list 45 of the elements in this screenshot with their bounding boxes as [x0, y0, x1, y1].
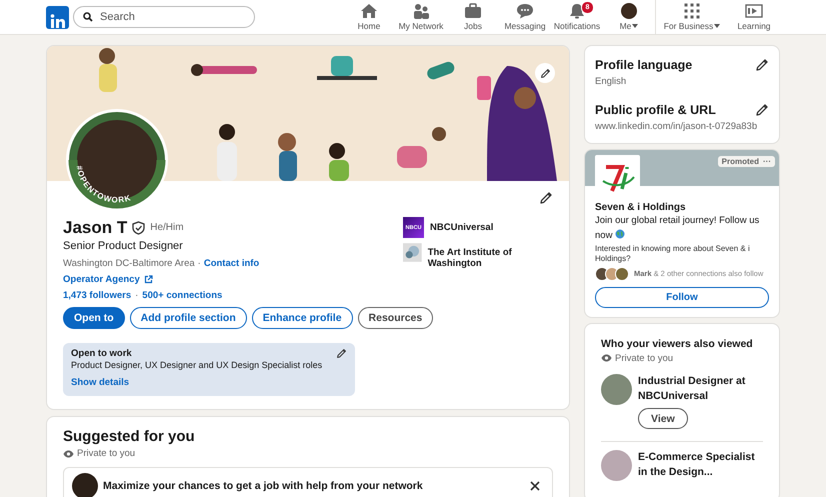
profile-action-button[interactable]: Enhance profile: [252, 307, 353, 329]
show-details-link[interactable]: Show details: [71, 377, 130, 389]
ad-prompt: Interested in knowing more about Seven & i Holdings?: [595, 244, 751, 264]
profile-action-button[interactable]: Resources: [358, 307, 434, 329]
nav-item[interactable]: Messaging: [499, 0, 551, 34]
profile-action-button[interactable]: Open to: [63, 307, 125, 329]
nav-item[interactable]: Learning: [728, 0, 780, 34]
company-name: Seven & i Holdings: [595, 202, 687, 213]
visibility-note: Private to you: [77, 448, 136, 460]
followers-link[interactable]: 1,473 followers: [63, 290, 132, 301]
section-title: Who your viewers also viewed: [601, 338, 754, 350]
setting-title: Profile language: [595, 58, 692, 72]
promoted-badge: Promoted ···: [718, 156, 775, 167]
ad-message: now: [595, 230, 612, 241]
suggestion-text: Maximize your chances to get a job with help from your network: [103, 480, 424, 492]
profile-action-button[interactable]: Add profile section: [130, 307, 247, 329]
nav-item[interactable]: Me: [603, 0, 655, 34]
nav-item[interactable]: Jobs: [447, 0, 499, 34]
contact-info-link[interactable]: Contact info: [204, 258, 260, 269]
separator: ·: [135, 290, 138, 301]
profile-name: Jason T: [63, 218, 128, 238]
setting-title: Public profile & URL: [595, 103, 716, 117]
section-title: Suggested for you: [63, 428, 196, 446]
more-menu[interactable]: ···: [763, 157, 771, 166]
connections-link[interactable]: 500+ connections: [142, 290, 222, 301]
person-headline[interactable]: Industrial Designer at NBCUniversal: [638, 374, 763, 404]
person-headline[interactable]: E-Commerce Specialist in the Design...: [638, 450, 763, 481]
visibility-note: Private to you: [615, 352, 674, 364]
nav-item[interactable]: Home: [343, 0, 395, 34]
nav-item[interactable]: My Network: [395, 0, 447, 34]
organization-name[interactable]: NBCUniversal: [430, 217, 494, 233]
open-to-work-roles: Product Designer, UX Designer and UX Design Specialist roles: [71, 360, 324, 372]
setting-value: English: [595, 76, 628, 87]
location: Washington DC-Baltimore Area: [63, 258, 195, 269]
website-link[interactable]: Operator Agency: [63, 274, 153, 285]
view-button[interactable]: View: [638, 408, 688, 430]
open-to-work-title: Open to work: [71, 348, 132, 360]
search-field[interactable]: Search: [73, 6, 255, 28]
separator: ·: [198, 258, 201, 269]
ad-message: Join our global retail journey! Follow us: [595, 215, 760, 226]
pronouns: He/Him: [150, 222, 184, 233]
organization-name[interactable]: The Art Institute of Washington: [428, 242, 553, 269]
follow-button[interactable]: Follow: [595, 286, 769, 308]
setting-value: www.linkedin.com/in/jason-t-0729a83b: [595, 121, 758, 132]
profile-headline: Senior Product Designer: [63, 240, 184, 252]
